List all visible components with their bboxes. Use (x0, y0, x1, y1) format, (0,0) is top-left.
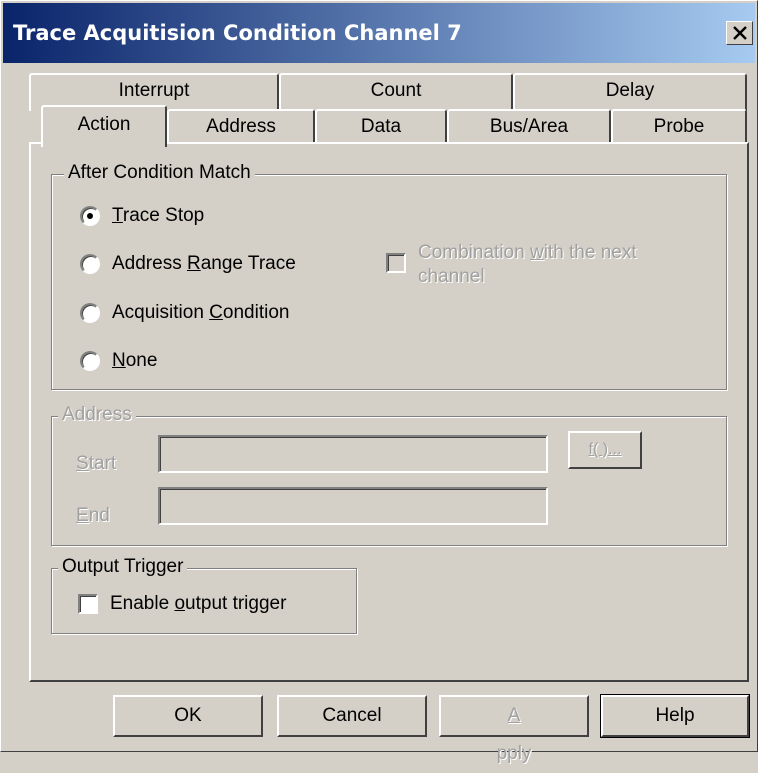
group-legend: After Condition Match (64, 162, 255, 184)
combination-checkbox[interactable]: Combination with the next channel (386, 241, 637, 289)
close-button[interactable] (726, 21, 753, 45)
checkbox-label: Combination with the next channel (418, 242, 637, 287)
tab-bus-area[interactable]: Bus/Area (447, 109, 611, 143)
end-address-input[interactable] (158, 487, 548, 525)
tab-label: Count (370, 80, 422, 101)
tab-action[interactable]: Action (41, 105, 167, 147)
tab-label: Address (206, 116, 276, 137)
radio-indicator (80, 254, 100, 274)
button-label: Cancel (322, 705, 382, 726)
radio-indicator (80, 351, 100, 371)
tab-data[interactable]: Data (315, 109, 447, 143)
button-label: OK (174, 705, 202, 726)
radio-trace-stop[interactable]: Trace Stop (80, 203, 204, 229)
button-label: Apply (496, 705, 532, 764)
after-condition-group: After Condition Match Trace Stop Address… (51, 162, 727, 390)
button-label: f( )... (588, 441, 622, 458)
start-label: Start (76, 453, 117, 474)
dialog-window: Trace Acquitision Condition Channel 7 In… (0, 0, 758, 764)
group-legend: Output Trigger (58, 556, 188, 578)
radio-label: Address Range Trace (112, 253, 296, 274)
radio-acquisition-condition[interactable]: Acquisition Condition (80, 300, 289, 326)
tab-delay[interactable]: Delay (513, 73, 747, 111)
radio-none[interactable]: None (80, 348, 157, 374)
enable-output-trigger-checkbox[interactable]: Enable output trigger (78, 593, 286, 615)
radio-indicator (80, 206, 100, 226)
tab-label: Delay (605, 80, 655, 101)
tab-label: Probe (653, 116, 705, 137)
radio-label: Trace Stop (112, 205, 205, 226)
help-button[interactable]: Help (600, 694, 750, 738)
ok-button[interactable]: OK (113, 695, 263, 737)
tab-panel-action: After Condition Match Trace Stop Address… (29, 142, 749, 682)
start-address-input[interactable] (158, 435, 548, 473)
tab-label: Data (360, 116, 402, 137)
tab-address[interactable]: Address (167, 109, 315, 143)
address-group: Address Start f( )... End (51, 404, 727, 546)
function-button[interactable]: f( )... (568, 431, 642, 469)
radio-address-range-trace[interactable]: Address Range Trace (80, 251, 296, 277)
checkbox-label: Enable output trigger (110, 593, 287, 614)
title-bar[interactable]: Trace Acquitision Condition Channel 7 (3, 3, 755, 63)
radio-indicator (80, 303, 100, 323)
checkbox-indicator (78, 594, 98, 614)
checkbox-indicator (386, 253, 406, 273)
window-title: Trace Acquitision Condition Channel 7 (13, 21, 462, 45)
tab-label: Interrupt (118, 80, 190, 101)
button-label: Help (655, 705, 695, 726)
tab-probe[interactable]: Probe (611, 109, 747, 143)
group-legend: Address (58, 404, 136, 426)
close-icon (733, 26, 747, 40)
tab-label: Bus/Area (489, 116, 569, 137)
radio-label: Acquisition Condition (112, 302, 290, 323)
tab-count[interactable]: Count (279, 73, 513, 111)
output-trigger-group: Output Trigger Enable output trigger (51, 556, 357, 634)
end-label: End (76, 505, 110, 526)
tab-label: Action (77, 114, 131, 135)
cancel-button[interactable]: Cancel (277, 695, 427, 737)
apply-button[interactable]: Apply (439, 695, 589, 764)
radio-label: None (112, 350, 158, 371)
